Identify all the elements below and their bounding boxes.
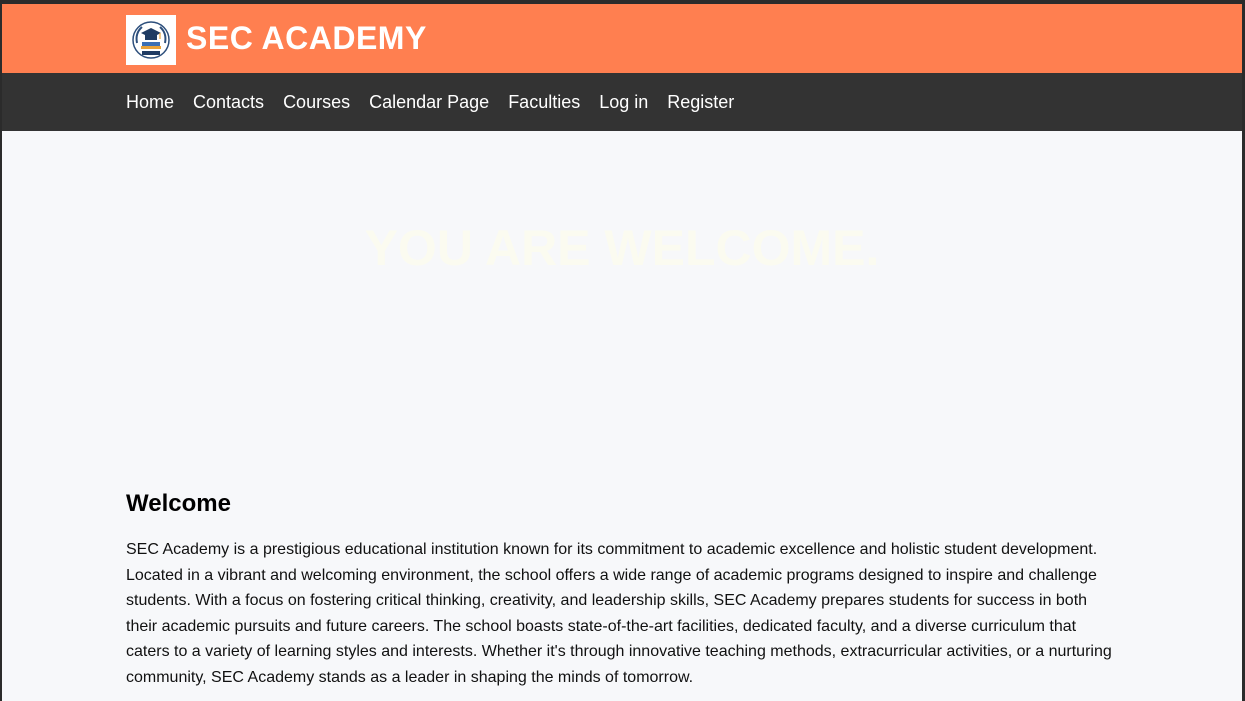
nav-item-home[interactable]: Home xyxy=(126,91,174,113)
hero-headline: YOU ARE WELCOME. xyxy=(364,220,880,276)
graduation-cap-emblem-icon[interactable] xyxy=(126,15,176,65)
main-nav: Home Contacts Courses Calendar Page Facu… xyxy=(2,73,1242,131)
welcome-paragraph: SEC Academy is a prestigious educational… xyxy=(126,541,1112,686)
nav-item-register[interactable]: Register xyxy=(667,91,734,113)
site-header: SEC ACADEMY xyxy=(2,4,1242,73)
welcome-section: Welcome SEC Academy is a prestigious edu… xyxy=(2,486,1242,691)
nav-item-log-in[interactable]: Log in xyxy=(599,91,648,113)
nav-item-courses[interactable]: Courses xyxy=(283,91,350,113)
welcome-heading: Welcome xyxy=(126,490,231,517)
nav-item-contacts[interactable]: Contacts xyxy=(193,91,264,113)
page-frame: SEC ACADEMY Home Contacts Courses Calend… xyxy=(2,4,1242,701)
nav-item-calendar-page[interactable]: Calendar Page xyxy=(369,91,489,113)
hero-banner: YOU ARE WELCOME. xyxy=(2,131,1242,486)
site-title[interactable]: SEC ACADEMY xyxy=(186,19,427,57)
nav-item-faculties[interactable]: Faculties xyxy=(508,91,580,113)
